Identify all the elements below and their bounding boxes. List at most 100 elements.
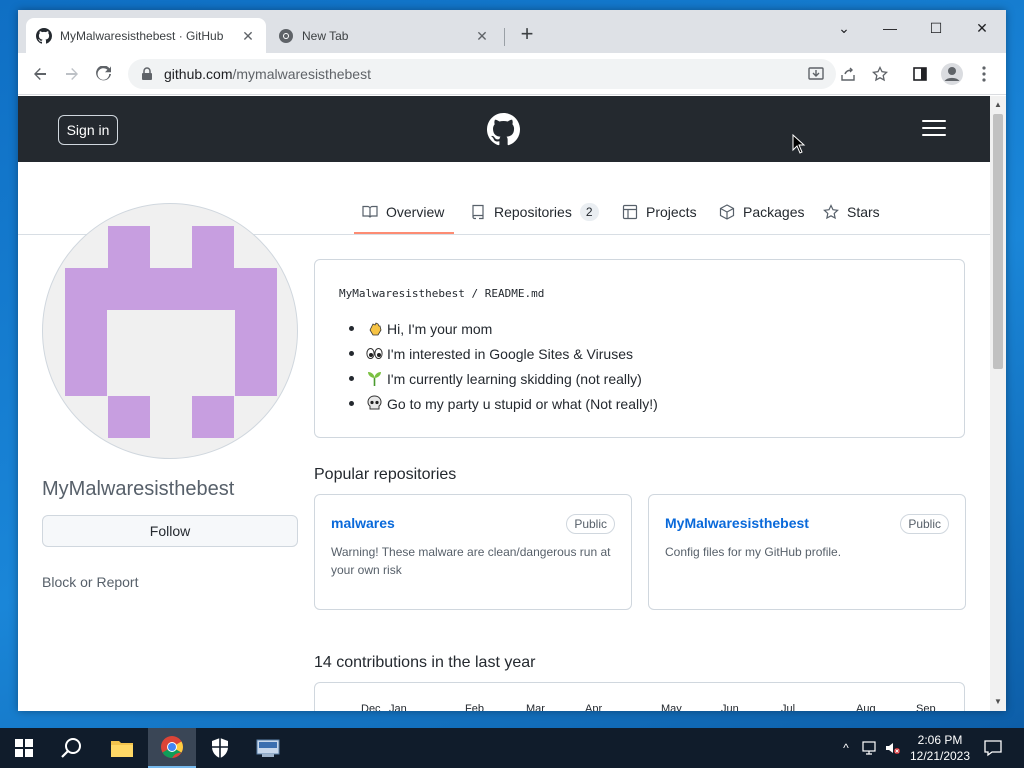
tab-separator (504, 28, 505, 46)
address-bar[interactable]: github.com/mymalwaresisthebest (128, 59, 836, 89)
month-label: Jun (721, 703, 739, 711)
url-path: /mymalwaresisthebest (232, 66, 371, 82)
show-hidden-icons-icon[interactable]: ^ (838, 740, 854, 756)
shield-icon (212, 738, 228, 758)
tab-projects[interactable]: Projects (622, 200, 697, 224)
computer-app-icon (256, 739, 280, 757)
system-clock[interactable]: 2:06 PM 12/21/2023 (906, 732, 974, 764)
skull-icon (367, 395, 382, 410)
side-panel-icon[interactable] (907, 61, 933, 87)
close-window-button[interactable]: ✕ (960, 14, 1004, 42)
repo-card-profile: MyMalwaresisthebest Public Config files … (648, 494, 966, 610)
page-scrollbar[interactable]: ▲ ▼ (990, 96, 1006, 711)
sign-in-button[interactable]: Sign in (58, 115, 118, 145)
repo-description: Config files for my GitHub profile. (665, 545, 842, 559)
repo-name-link[interactable]: malwares (331, 515, 395, 531)
start-button[interactable] (0, 728, 48, 768)
close-tab-icon[interactable]: ✕ (240, 28, 256, 44)
tab-repositories[interactable]: Repositories 2 (470, 200, 599, 224)
scroll-down-arrow-icon[interactable]: ▼ (990, 695, 1006, 709)
chrome-taskbar-button[interactable] (148, 728, 196, 768)
month-label: Dec (361, 703, 381, 711)
page-viewport: Sign in Overview Repositories 2 Projects… (18, 96, 990, 711)
forward-icon[interactable] (59, 61, 85, 87)
install-app-icon[interactable] (803, 61, 829, 87)
list-item: Hi, I'm your mom (339, 316, 658, 341)
repo-name-link[interactable]: MyMalwaresisthebest (665, 515, 809, 531)
popular-repos-heading: Popular repositories (314, 466, 457, 483)
search-icon (61, 738, 81, 758)
browser-tab-github[interactable]: MyMalwaresisthebest · GitHub ✕ (26, 18, 266, 53)
visibility-badge: Public (566, 514, 615, 534)
readme-card: MyMalwaresisthebest / README.md Hi, I'm … (314, 259, 965, 438)
tab-stars[interactable]: Stars (823, 200, 880, 224)
repo-description: Warning! These malware are clean/dangero… (331, 545, 611, 577)
chrome-favicon-icon (279, 28, 293, 43)
readme-list: Hi, I'm your mom I'm interested in Googl… (339, 316, 658, 416)
browser-window: MyMalwaresisthebest · GitHub ✕ New Tab ✕… (18, 10, 1006, 711)
tab-label: Packages (743, 204, 805, 220)
maximize-button[interactable]: ☐ (914, 14, 958, 42)
tab-overview[interactable]: Overview (362, 200, 444, 224)
contributions-heading: 14 contributions in the last year (314, 654, 536, 671)
menu-kebab-icon[interactable] (971, 61, 997, 87)
clock-time: 2:06 PM (917, 733, 963, 747)
browser-tab-newtab[interactable]: New Tab ✕ (268, 18, 500, 53)
follow-button[interactable]: Follow (42, 515, 298, 547)
month-label: Feb (465, 703, 484, 711)
github-logo-icon[interactable] (487, 113, 520, 146)
avatar[interactable] (42, 203, 298, 459)
readme-owner-link[interactable]: MyMalwaresisthebest (339, 287, 465, 300)
minimize-button[interactable]: — (868, 14, 912, 42)
notifications-icon[interactable] (984, 739, 1002, 757)
readme-path: MyMalwaresisthebest / README.md (339, 287, 544, 300)
windows-logo-icon (15, 739, 33, 757)
month-label: Jul (781, 703, 796, 711)
seedling-icon (368, 372, 381, 386)
close-tab-icon[interactable]: ✕ (474, 28, 490, 44)
star-icon (823, 204, 839, 220)
list-item: I'm currently learning skidding (not rea… (339, 366, 658, 391)
app-taskbar-button[interactable] (244, 728, 292, 768)
month-label: Apr (585, 703, 603, 711)
security-taskbar-button[interactable] (196, 728, 244, 768)
share-icon[interactable] (835, 61, 861, 87)
bookmark-star-icon[interactable] (867, 61, 893, 87)
tab-search-icon[interactable]: ⌄ (822, 14, 866, 42)
url-domain: github.com (164, 66, 233, 82)
new-tab-button[interactable]: + (516, 23, 538, 46)
readme-file-link[interactable]: README.md (485, 287, 545, 300)
tab-label: Overview (386, 204, 445, 220)
book-icon (362, 205, 378, 218)
scrollbar-thumb[interactable] (993, 114, 1003, 369)
hamburger-menu-icon[interactable] (922, 120, 946, 138)
month-label: Sep (916, 703, 936, 711)
list-item: I'm interested in Google Sites & Viruses (339, 341, 658, 366)
reload-icon[interactable] (91, 61, 117, 87)
list-item: Go to my party u stupid or what (Not rea… (339, 391, 658, 416)
contributions-graph: Dec Jan Feb Mar Apr May Jun Jul Aug Sep (314, 682, 965, 711)
tab-label: Projects (646, 204, 697, 220)
profile-avatar-icon[interactable] (939, 61, 965, 87)
scroll-up-arrow-icon[interactable]: ▲ (990, 98, 1006, 112)
mouse-cursor-icon (792, 134, 806, 154)
path-separator: / (471, 287, 479, 300)
tab-packages[interactable]: Packages (719, 200, 804, 224)
repo-icon (472, 204, 484, 220)
tab-title: New Tab (302, 28, 349, 43)
tab-label: Repositories (494, 204, 572, 220)
network-icon[interactable] (862, 740, 878, 756)
file-explorer-button[interactable] (98, 728, 146, 768)
volume-muted-icon[interactable] (884, 740, 900, 756)
identicon-image (65, 226, 277, 438)
block-or-report-link[interactable]: Block or Report (42, 574, 138, 590)
visibility-badge: Public (900, 514, 949, 534)
lock-icon (142, 67, 152, 80)
month-label: Aug (856, 703, 876, 711)
month-label: Jan (389, 703, 407, 711)
chrome-icon (161, 736, 183, 758)
package-icon (719, 204, 735, 220)
back-icon[interactable] (27, 61, 53, 87)
search-button[interactable] (48, 728, 96, 768)
github-header: Sign in (18, 96, 990, 162)
